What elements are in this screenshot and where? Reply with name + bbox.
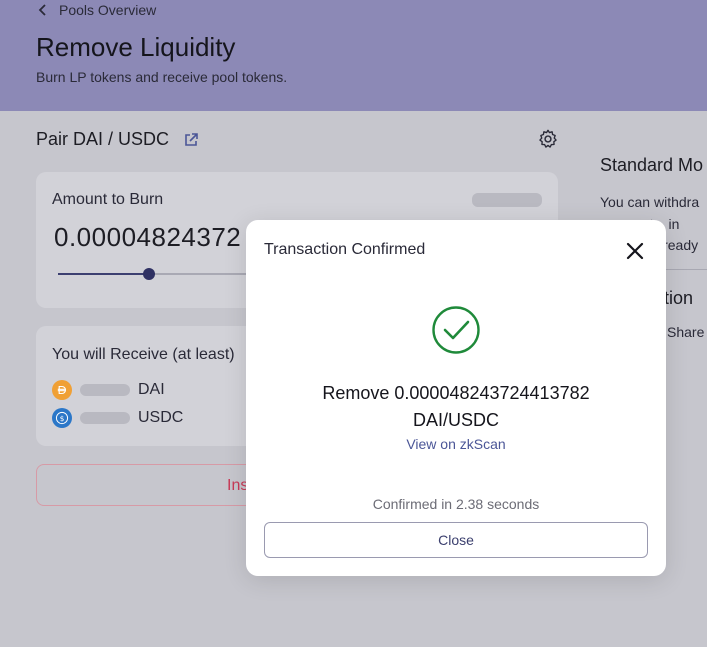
back-link-label: Pools Overview [59, 2, 157, 18]
slider-thumb[interactable] [143, 268, 156, 280]
external-link-icon[interactable] [183, 132, 199, 148]
close-button-label: Close [438, 532, 474, 548]
amount-skeleton [80, 384, 130, 396]
burn-slider[interactable] [58, 268, 248, 280]
token-symbol: USDC [138, 409, 184, 426]
confirmation-time: Confirmed in 2.38 seconds [372, 496, 540, 512]
burn-label: Amount to Burn [52, 191, 164, 208]
receive-label: You will Receive (at least) [52, 346, 235, 363]
remove-pair: DAI/USDC [412, 410, 499, 430]
chevron-left-icon [38, 4, 46, 16]
amount-skeleton [80, 412, 130, 424]
side-panel-title: Standard Mo [600, 155, 704, 175]
view-on-zkscan-link[interactable]: View on zkScan [246, 436, 666, 452]
remove-amount: Remove 0.000048243724413782 [322, 383, 590, 403]
close-button[interactable]: Close [264, 522, 648, 558]
svg-text:$: $ [60, 414, 65, 423]
transaction-confirmed-modal: Transaction Confirmed Remove 0.000048243… [246, 220, 666, 576]
pair-row: Pair DAI / USDC [36, 129, 199, 150]
burn-amount-input[interactable]: 0.00004824372 [54, 222, 241, 253]
modal-title: Transaction Confirmed [264, 241, 426, 258]
remove-summary: Remove 0.000048243724413782 DAI/USDC [246, 380, 666, 434]
balance-skeleton [472, 193, 542, 207]
token-symbol: DAI [138, 381, 165, 398]
page-subtitle: Burn LP tokens and receive pool tokens. [36, 69, 288, 85]
pair-label: Pair DAI / USDC [36, 129, 170, 149]
slider-fill [58, 273, 150, 275]
success-check-icon [432, 306, 480, 354]
dai-token-icon [52, 380, 72, 400]
usdc-token-icon: $ [52, 408, 72, 428]
close-icon[interactable] [624, 240, 646, 262]
back-link[interactable]: Pools Overview [37, 0, 156, 20]
page-title: Remove Liquidity [36, 32, 236, 62]
receive-token-row: $ USDC [52, 408, 183, 428]
settings-gear-icon[interactable] [537, 128, 559, 150]
receive-token-row: DAI [52, 380, 165, 400]
side-panel-share: Share [667, 324, 705, 340]
side-panel-text: You can withdra [600, 194, 700, 210]
